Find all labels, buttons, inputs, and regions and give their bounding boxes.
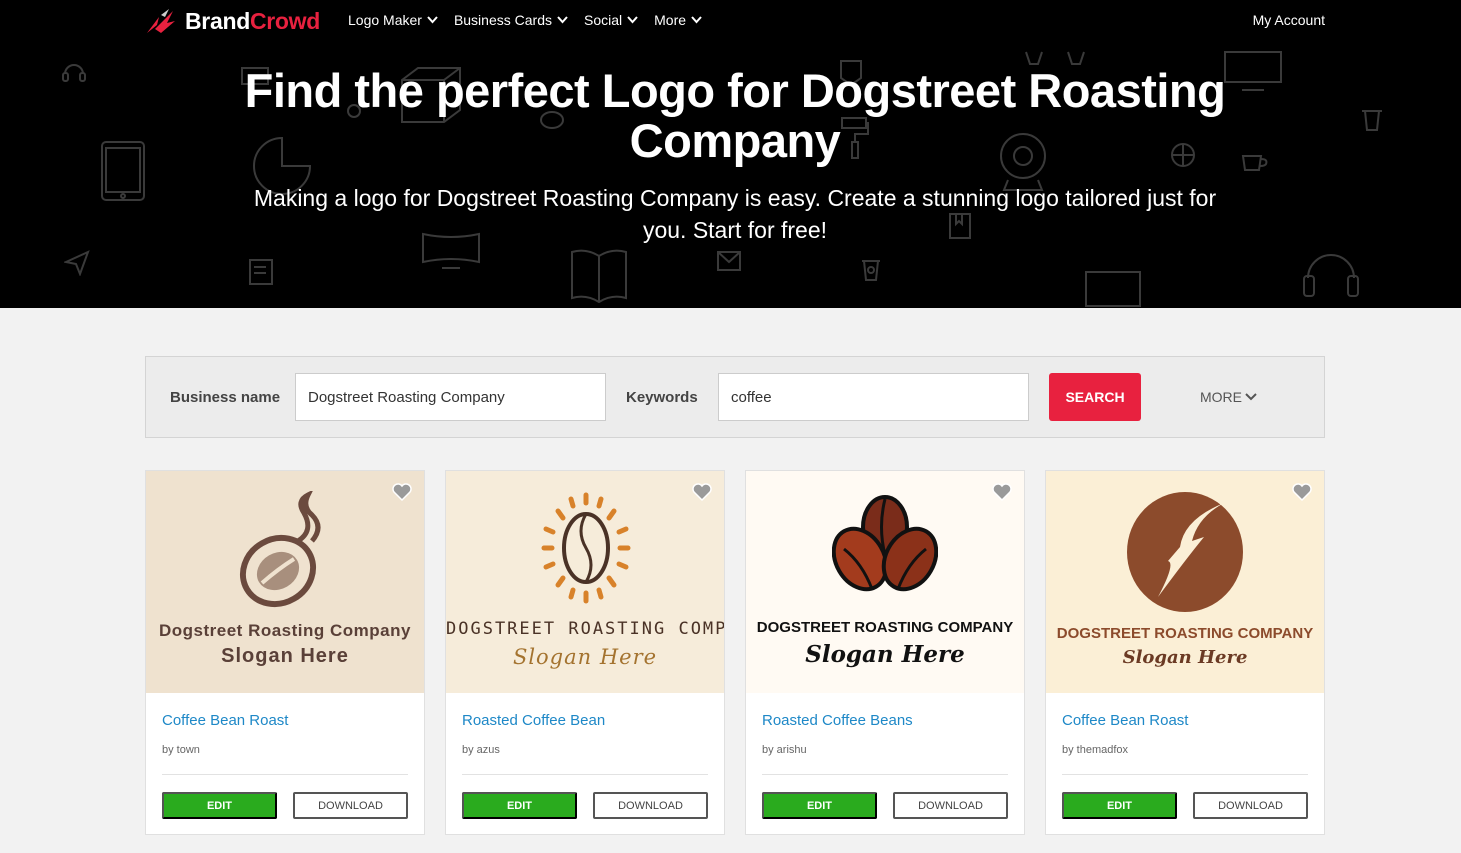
my-account-link[interactable]: My Account: [1253, 12, 1325, 28]
download-button[interactable]: DOWNLOAD: [293, 792, 408, 819]
headphones-icon: [1303, 254, 1359, 297]
edit-button[interactable]: EDIT: [462, 792, 577, 819]
chevron-down-icon: [427, 16, 438, 24]
divider: [162, 774, 408, 775]
nav-label: Logo Maker: [348, 12, 422, 28]
page-subtitle: Making a logo for Dogstreet Roasting Com…: [253, 185, 1217, 243]
brand-name-part2: Crowd: [249, 7, 321, 34]
logo-card[interactable]: Dogstreet Roasting Company Slogan Here C…: [145, 470, 425, 835]
top-navigation: BrandCrowd Logo Maker Business Cards Soc…: [0, 0, 1461, 42]
divider: [462, 774, 708, 775]
more-filters-button[interactable]: MORE: [1200, 389, 1257, 405]
logo-preview[interactable]: DOGSTREET ROASTING COMPANY Slogan Here: [746, 471, 1024, 693]
download-button[interactable]: DOWNLOAD: [1193, 792, 1308, 819]
logo-name-text: DOGSTREET ROASTING COMPANY: [1056, 625, 1314, 642]
brand-name-part1: Brand: [185, 7, 250, 34]
logo-card[interactable]: DOGSTREET ROASTING COMPANY Slogan Here R…: [745, 470, 1025, 835]
nav-social[interactable]: Social: [584, 12, 638, 28]
nav-business-cards[interactable]: Business Cards: [454, 12, 568, 28]
logo-title-link[interactable]: Coffee Bean Roast: [162, 712, 288, 729]
trash-icon: [1362, 110, 1382, 131]
divider: [762, 774, 1008, 775]
divider: [1062, 774, 1308, 775]
tablet-icon: [101, 141, 145, 201]
edit-button[interactable]: EDIT: [762, 792, 877, 819]
more-label: MORE: [1200, 389, 1242, 405]
chevron-down-icon: [691, 16, 702, 24]
logo-title-link[interactable]: Coffee Bean Roast: [1062, 712, 1188, 729]
chevron-down-icon: [627, 16, 638, 24]
logo-card[interactable]: DOGSTREET ROASTING COMPANY Slogan Here R…: [445, 470, 725, 835]
nav-menu: Logo Maker Business Cards Social More: [348, 12, 718, 28]
notepad-icon: [249, 259, 273, 285]
open-book-icon: [571, 249, 627, 304]
nav-label: More: [654, 12, 687, 28]
logo-preview[interactable]: Dogstreet Roasting Company Slogan Here: [146, 471, 424, 693]
logo-preview[interactable]: DOGSTREET ROASTING COMPANY Slogan Here: [446, 471, 724, 693]
logo-author: by town: [162, 744, 200, 756]
keywords-input[interactable]: coffee: [718, 373, 1029, 421]
hero-banner: BrandCrowd Logo Maker Business Cards Soc…: [0, 0, 1461, 308]
chevron-down-icon: [557, 16, 568, 24]
search-button[interactable]: SEARCH: [1049, 373, 1141, 421]
logo-title-link[interactable]: Roasted Coffee Beans: [762, 712, 913, 729]
logo-author: by themadfox: [1062, 744, 1129, 756]
logo-name-text: DOGSTREET ROASTING COMPANY: [756, 619, 1014, 636]
brand-wing-icon: [147, 9, 175, 33]
logo-name-text: Dogstreet Roasting Company: [159, 621, 411, 640]
sun-coffee-bean-logo: [541, 492, 631, 604]
edit-button[interactable]: EDIT: [1062, 792, 1177, 819]
headset-icon: [62, 64, 86, 82]
keywords-label: Keywords: [626, 389, 698, 406]
edit-button[interactable]: EDIT: [162, 792, 277, 819]
flame-coffee-bean-logo: [1127, 492, 1243, 612]
coffee-bean-swirl-logo: [239, 491, 321, 608]
trash-can-icon: [862, 260, 880, 281]
page-title: Find the perfect Logo for Dogstreet Roas…: [244, 64, 1226, 167]
logo-slogan-text: Slogan Here: [512, 645, 658, 669]
logo-slogan-text: Slogan Here: [805, 641, 965, 668]
coffee-beans-cluster-logo: [832, 495, 938, 592]
nav-logo-maker[interactable]: Logo Maker: [348, 12, 438, 28]
business-name-input[interactable]: Dogstreet Roasting Company: [295, 373, 606, 421]
chevron-down-icon: [1245, 393, 1257, 401]
heart-icon[interactable]: [392, 483, 412, 501]
search-panel: Business name Dogstreet Roasting Company…: [145, 356, 1325, 438]
laptop-icon: [1085, 271, 1141, 307]
logo-slogan-text: Slogan Here: [221, 645, 349, 667]
logo-preview[interactable]: DOGSTREET ROASTING COMPANY Slogan Here: [1046, 471, 1324, 693]
heart-icon[interactable]: [992, 483, 1012, 501]
nav-label: Business Cards: [453, 12, 552, 28]
logo-slogan-text: Slogan Here: [1122, 647, 1248, 668]
heart-icon[interactable]: [692, 483, 712, 501]
logo-title-link[interactable]: Roasted Coffee Bean: [462, 712, 605, 729]
heart-icon[interactable]: [1292, 483, 1312, 501]
brandcrowd-logo[interactable]: BrandCrowd: [145, 6, 320, 36]
business-name-label: Business name: [170, 389, 281, 406]
logo-name-text: DOGSTREET ROASTING COMPANY: [446, 619, 724, 639]
paper-plane-icon: [64, 250, 90, 276]
nav-more[interactable]: More: [654, 12, 702, 28]
nav-label: Social: [583, 12, 623, 28]
download-button[interactable]: DOWNLOAD: [893, 792, 1008, 819]
logo-author: by azus: [462, 744, 500, 756]
logo-author: by arishu: [762, 744, 807, 756]
logo-card[interactable]: DOGSTREET ROASTING COMPANY Slogan Here C…: [1045, 470, 1325, 835]
envelope-icon: [717, 251, 741, 271]
download-button[interactable]: DOWNLOAD: [593, 792, 708, 819]
